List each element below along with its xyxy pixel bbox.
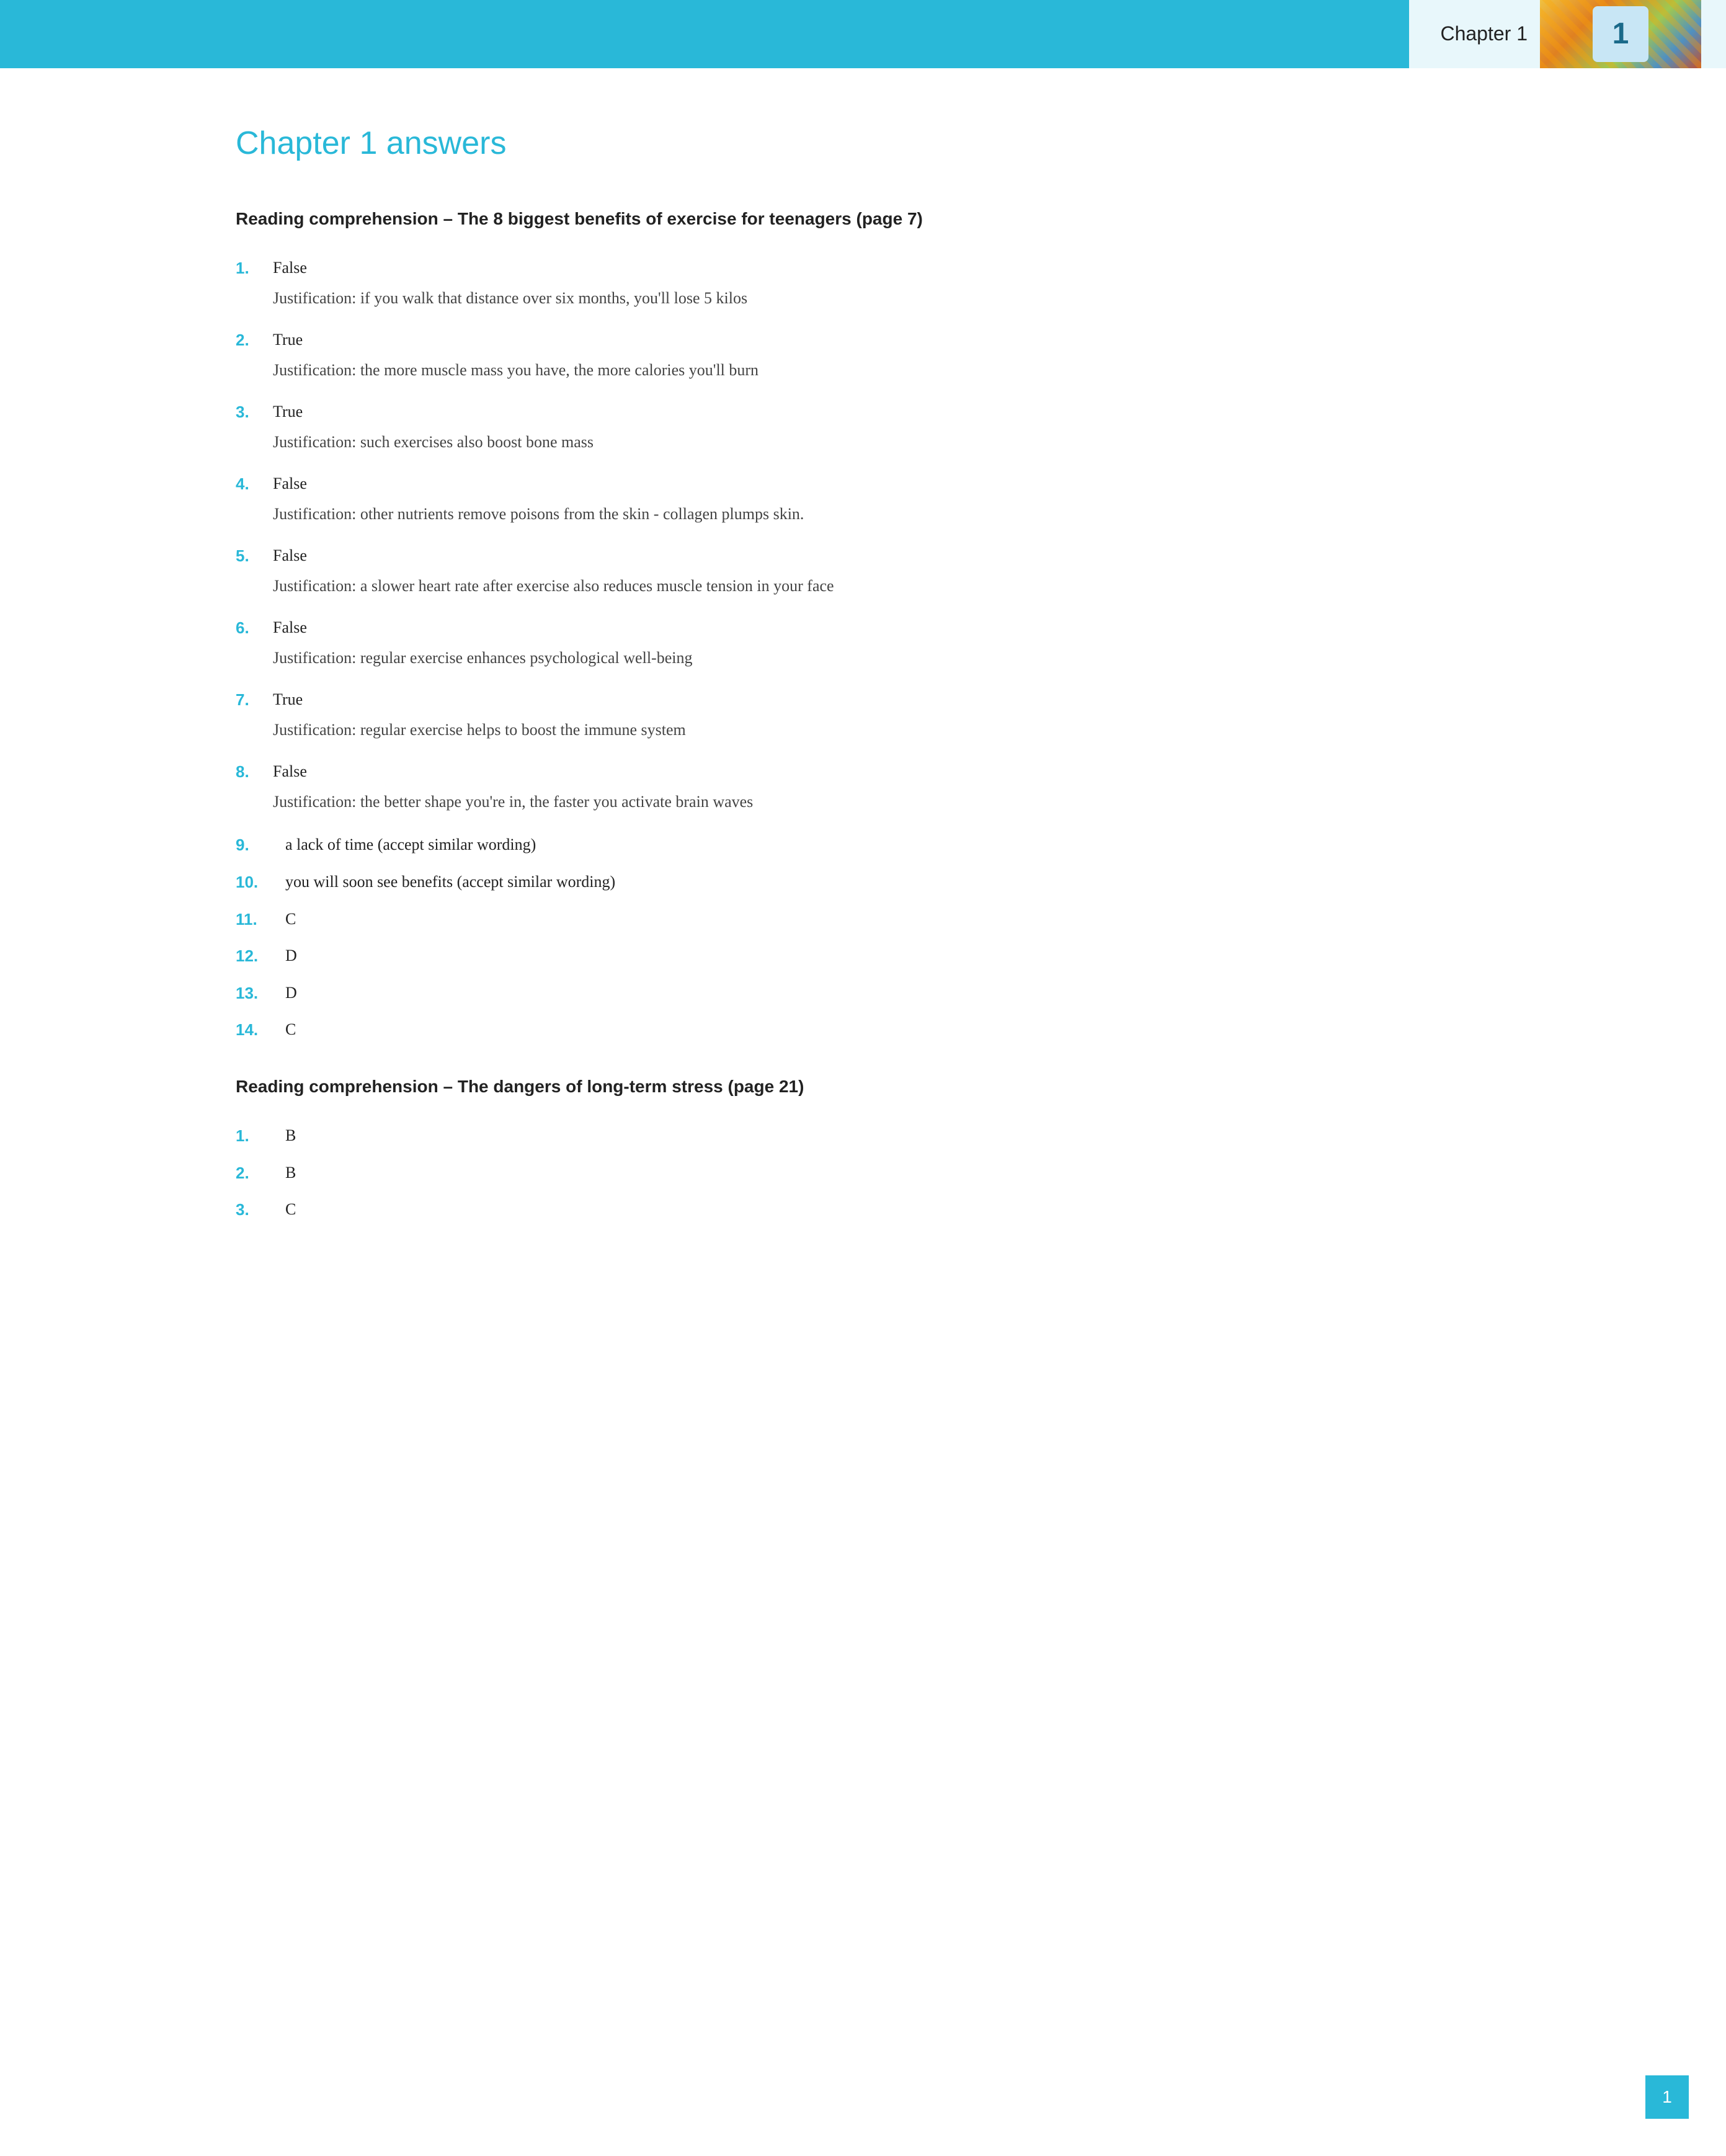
chapter-number-icon: 1: [1593, 6, 1648, 62]
answer-content-6: False Justification: regular exercise en…: [273, 615, 1490, 670]
header-bar: Chapter 1 1: [0, 0, 1726, 68]
content-area: Chapter 1 answers Reading comprehension …: [0, 68, 1726, 1304]
answer-content-4: False Justification: other nutrients rem…: [273, 471, 1490, 526]
inline-number-9: 9.: [236, 832, 285, 858]
answer-item-6: 6. False Justification: regular exercise…: [236, 615, 1490, 670]
chapter-image: 1: [1540, 0, 1701, 68]
answer-content-5: False Justification: a slower heart rate…: [273, 543, 1490, 598]
inline-answer-13: 13. D: [236, 981, 1490, 1007]
inline-answer-12: 12. D: [236, 943, 1490, 969]
section-reading-comprehension-1: Reading comprehension – The 8 biggest be…: [236, 207, 1490, 1043]
answer-main-8: False: [273, 759, 1490, 783]
answer-justification-3: Justification: such exercises also boost…: [273, 430, 1490, 454]
section2-number-1: 1.: [236, 1123, 285, 1149]
inline-text-9: a lack of time (accept similar wording): [285, 832, 536, 857]
answer-number-3: 3.: [236, 399, 273, 425]
section2-number-3: 3.: [236, 1197, 285, 1223]
inline-number-10: 10.: [236, 870, 285, 896]
section-1-heading: Reading comprehension – The 8 biggest be…: [236, 207, 1490, 231]
page-number-badge: 1: [1645, 2075, 1689, 2119]
answer-item-8: 8. False Justification: the better shape…: [236, 759, 1490, 814]
answer-main-4: False: [273, 471, 1490, 496]
section-2-heading: Reading comprehension – The dangers of l…: [236, 1074, 1490, 1098]
inline-answer-9: 9. a lack of time (accept similar wordin…: [236, 832, 1490, 858]
answer-number-6: 6.: [236, 615, 273, 641]
answer-item-1: 1. False Justification: if you walk that…: [236, 256, 1490, 310]
page-title: Chapter 1 answers: [236, 118, 1490, 169]
chapter-badge: Chapter 1 1: [1409, 0, 1726, 68]
inline-text-13: D: [285, 981, 297, 1005]
inline-text-10: you will soon see benefits (accept simil…: [285, 870, 615, 894]
inline-number-12: 12.: [236, 943, 285, 969]
chapter-badge-label: Chapter 1: [1440, 18, 1528, 50]
answer-justification-6: Justification: regular exercise enhances…: [273, 646, 1490, 670]
section2-answer-3: 3. C: [236, 1197, 1490, 1223]
header-bar-fill: [0, 0, 1409, 68]
answer-justification-7: Justification: regular exercise helps to…: [273, 718, 1490, 742]
inline-answer-14: 14. C: [236, 1017, 1490, 1043]
inline-answer-11: 11. C: [236, 907, 1490, 933]
answer-item-7: 7. True Justification: regular exercise …: [236, 687, 1490, 742]
section2-text-2: B: [285, 1160, 296, 1185]
answer-main-3: True: [273, 399, 1490, 424]
inline-text-14: C: [285, 1017, 296, 1041]
answer-justification-1: Justification: if you walk that distance…: [273, 286, 1490, 310]
answer-main-7: True: [273, 687, 1490, 711]
inline-text-11: C: [285, 907, 296, 931]
answer-item-3: 3. True Justification: such exercises al…: [236, 399, 1490, 454]
answer-main-2: True: [273, 327, 1490, 352]
answer-main-5: False: [273, 543, 1490, 568]
inline-number-11: 11.: [236, 907, 285, 933]
answer-justification-5: Justification: a slower heart rate after…: [273, 574, 1490, 598]
page-wrapper: Chapter 1 1 Chapter 1 answers Reading co…: [0, 0, 1726, 2156]
answer-justification-8: Justification: the better shape you're i…: [273, 790, 1490, 814]
answer-number-4: 4.: [236, 471, 273, 497]
answer-item-2: 2. True Justification: the more muscle m…: [236, 327, 1490, 382]
answer-item-5: 5. False Justification: a slower heart r…: [236, 543, 1490, 598]
answer-content-1: False Justification: if you walk that di…: [273, 256, 1490, 310]
section-reading-comprehension-2: Reading comprehension – The dangers of l…: [236, 1074, 1490, 1223]
inline-answer-list-1: 9. a lack of time (accept similar wordin…: [236, 832, 1490, 1043]
answer-justification-4: Justification: other nutrients remove po…: [273, 502, 1490, 526]
section2-answer-1: 1. B: [236, 1123, 1490, 1149]
section2-number-2: 2.: [236, 1160, 285, 1187]
answer-main-1: False: [273, 256, 1490, 280]
answer-number-8: 8.: [236, 759, 273, 785]
answer-content-7: True Justification: regular exercise hel…: [273, 687, 1490, 742]
answer-number-1: 1.: [236, 256, 273, 282]
inline-answer-10: 10. you will soon see benefits (accept s…: [236, 870, 1490, 896]
inline-number-14: 14.: [236, 1017, 285, 1043]
answer-item-4: 4. False Justification: other nutrients …: [236, 471, 1490, 526]
section2-answer-2: 2. B: [236, 1160, 1490, 1187]
answer-main-6: False: [273, 615, 1490, 639]
answer-number-2: 2.: [236, 327, 273, 354]
inline-text-12: D: [285, 943, 297, 968]
answer-content-8: False Justification: the better shape yo…: [273, 759, 1490, 814]
answer-justification-2: Justification: the more muscle mass you …: [273, 358, 1490, 382]
answer-content-3: True Justification: such exercises also …: [273, 399, 1490, 454]
answer-list-1: 1. False Justification: if you walk that…: [236, 256, 1490, 814]
section2-text-1: B: [285, 1123, 296, 1147]
inline-answer-list-2: 1. B 2. B 3. C: [236, 1123, 1490, 1223]
section2-text-3: C: [285, 1197, 296, 1221]
answer-number-5: 5.: [236, 543, 273, 569]
answer-content-2: True Justification: the more muscle mass…: [273, 327, 1490, 382]
answer-number-7: 7.: [236, 687, 273, 713]
inline-number-13: 13.: [236, 981, 285, 1007]
